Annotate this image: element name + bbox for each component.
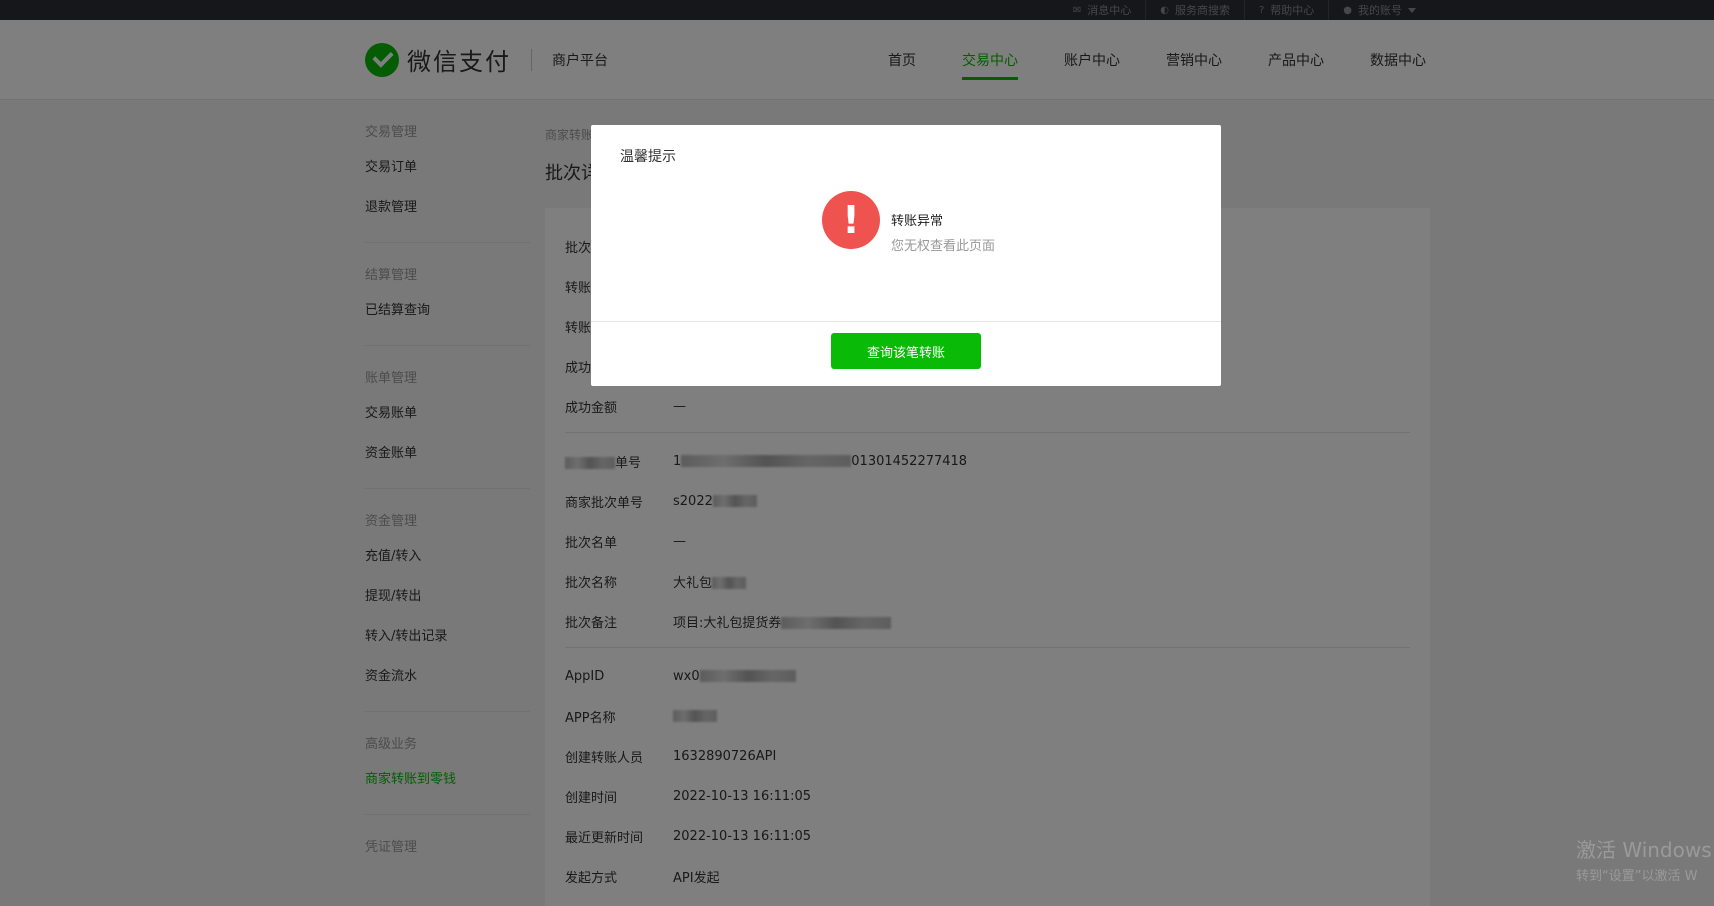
dialog-title: 温馨提示: [620, 149, 676, 165]
windows-activation-watermark: 激活 Windows 转到“设置”以激活 W: [1576, 834, 1712, 884]
alert-description: 您无权查看此页面: [891, 239, 996, 254]
query-transfer-button[interactable]: 查询该笔转账: [831, 333, 981, 369]
warning-dialog: 温馨提示 ! 转账异常 您无权查看此页面 查询该笔转账: [591, 125, 1221, 386]
alert-title: 转账异常: [891, 214, 944, 229]
watermark-line2: 转到“设置”以激活 W: [1576, 869, 1698, 884]
exclamation-icon: !: [822, 191, 880, 249]
watermark-line1: 激活 Windows: [1576, 838, 1712, 862]
dialog-footer: 查询该笔转账: [591, 321, 1221, 386]
